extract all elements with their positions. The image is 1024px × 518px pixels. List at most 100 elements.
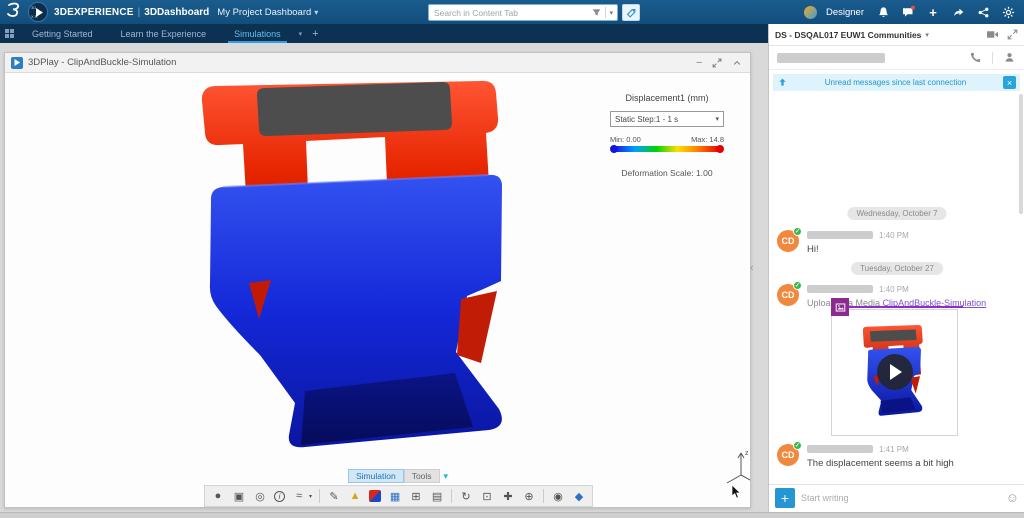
play-button-icon[interactable] [877, 354, 913, 390]
expand-icon[interactable] [712, 58, 722, 68]
chevron-down-icon[interactable]: ▾ [314, 8, 318, 17]
plots-chevron-icon[interactable]: ▾ [309, 493, 312, 500]
annotations-icon[interactable]: ✎ [327, 489, 341, 503]
expand-panel-icon[interactable] [1007, 29, 1018, 40]
toolbar-separator [451, 489, 452, 503]
widget-header: 3DPlay - ClipAndBuckle-Simulation – [5, 53, 750, 73]
reset-view-icon[interactable]: ↻ [459, 489, 473, 503]
step-select[interactable]: Static Step:1 - 1 s ▾ [610, 111, 724, 127]
user-avatar[interactable] [804, 6, 817, 19]
message-time: 1:40 PM [879, 231, 909, 240]
tag-icon[interactable] [622, 4, 640, 21]
widget-window-controls: – [696, 57, 750, 68]
dashboard-name[interactable]: My Project Dashboard [217, 7, 311, 18]
add-tab-button[interactable]: + [306, 24, 324, 43]
deformation-scale-label: Deformation Scale: 1.00 [610, 168, 724, 178]
chat-input-row: + ☺ [769, 484, 1024, 510]
tab-simulations[interactable]: Simulations [220, 24, 295, 43]
color-scale-bar[interactable] [614, 146, 720, 152]
sensors-icon[interactable]: i [274, 491, 285, 502]
zoom-icon[interactable]: ⊕ [522, 489, 536, 503]
compass-play-icon[interactable]: 3D X.R [28, 2, 48, 22]
search-divider [605, 7, 606, 18]
redacted-name [807, 231, 873, 239]
collapse-chevron-icon[interactable] [732, 58, 742, 68]
avatar[interactable]: CD ✓ [777, 284, 799, 306]
3ds-logo-icon[interactable] [4, 1, 24, 24]
network-share-icon[interactable] [975, 4, 991, 20]
search-input[interactable] [429, 8, 591, 18]
tab-simulation[interactable]: Simulation [348, 469, 404, 483]
tab-getting-started[interactable]: Getting Started [18, 24, 107, 43]
toolbar-collapse-chevron-icon[interactable]: ▾ [444, 471, 449, 482]
brand-title: 3DEXPERIENCE [54, 7, 134, 18]
results-table-icon[interactable]: ▦ [388, 489, 402, 503]
video-call-icon[interactable] [986, 29, 999, 40]
hide-show-icon[interactable]: ◉ [551, 489, 565, 503]
phone-call-icon[interactable] [969, 51, 982, 64]
minimize-icon[interactable]: – [696, 57, 702, 68]
3d-viewport[interactable]: Displacement1 (mm) Static Step:1 - 1 s ▾… [5, 73, 750, 507]
search-chevron-icon[interactable]: ▾ [609, 9, 617, 17]
chevron-down-icon[interactable]: ▾ [925, 31, 929, 39]
role-label[interactable]: Designer [826, 7, 864, 18]
date-divider: Tuesday, October 27 [851, 262, 943, 275]
message-time: 1:41 PM [879, 445, 909, 454]
min-endpoint-dot[interactable] [610, 145, 618, 153]
chat-scrollbar[interactable] [1019, 94, 1023, 214]
ground-reflection-icon[interactable]: ◎ [253, 489, 267, 503]
add-person-icon[interactable] [1003, 51, 1016, 64]
render-styles-icon[interactable]: ▣ [232, 489, 246, 503]
pan-icon[interactable]: ✚ [501, 489, 515, 503]
filter-funnel-icon[interactable] [591, 7, 602, 18]
tools-gear-icon[interactable] [1000, 4, 1016, 20]
message-input[interactable] [801, 493, 1000, 503]
max-endpoint-dot[interactable] [716, 145, 724, 153]
panel-collapse-chevron-icon[interactable]: ‹ [750, 262, 754, 274]
media-highlight-rule [831, 306, 963, 308]
chat-contact-row [769, 46, 1024, 70]
attach-plus-button[interactable]: + [775, 488, 795, 508]
dashboard-tab-bar: Getting Started Learn the Experience Sim… [0, 24, 768, 43]
tab-tools[interactable]: Tools [404, 469, 440, 483]
bell-icon[interactable] [875, 4, 891, 20]
message-text: Hi! [807, 244, 1019, 255]
redacted-name [807, 445, 873, 453]
messages-icon[interactable] [900, 4, 916, 20]
contour-plot-icon[interactable] [369, 490, 381, 502]
legend-min-label: Min: 0.00 [610, 135, 641, 144]
message-text: The displacement seems a bit high [807, 458, 1019, 469]
chat-messages[interactable]: Wednesday, October 7 CD ✓ 1:40 PM Hi! Tu… [769, 92, 1024, 486]
results-legend: Displacement1 (mm) Static Step:1 - 1 s ▾… [610, 93, 724, 178]
close-banner-icon[interactable]: × [1003, 76, 1016, 89]
date-divider: Wednesday, October 7 [847, 207, 946, 220]
arrow-up-icon[interactable] [777, 77, 788, 88]
avatar[interactable]: CD ✓ [777, 230, 799, 252]
emoji-smiley-icon[interactable]: ☺ [1006, 490, 1019, 505]
report-icon[interactable]: ▤ [430, 489, 444, 503]
add-icon[interactable]: + [925, 4, 941, 20]
tab-overflow-icon[interactable] [0, 24, 18, 43]
iso-view-icon[interactable]: ◆ [572, 489, 586, 503]
tab-learn-the-experience[interactable]: Learn the Experience [107, 24, 221, 43]
probe-icon[interactable]: ⊞ [409, 489, 423, 503]
section-cut-icon[interactable]: ▲ [348, 489, 362, 503]
tab-chevron-icon[interactable]: ▾ [295, 24, 307, 43]
shaded-render-icon[interactable]: ● [211, 489, 225, 503]
avatar[interactable]: CD ✓ [777, 444, 799, 466]
media-type-icon [831, 298, 849, 316]
brand-divider: | [138, 7, 141, 18]
chat-header-title[interactable]: DS - DSQAL017 EUW1 Communities [775, 30, 921, 40]
legend-title: Displacement1 (mm) [610, 93, 724, 103]
chat-header: DS - DSQAL017 EUW1 Communities ▾ [769, 24, 1024, 46]
message-time: 1:40 PM [879, 285, 909, 294]
step-select-value: Static Step:1 - 1 s [615, 115, 678, 124]
unread-banner: Unread messages since last connection × [773, 74, 1020, 91]
mouse-cursor-icon [731, 485, 742, 504]
icon-divider [992, 52, 993, 64]
fit-all-icon[interactable]: ⊡ [480, 489, 494, 503]
share-icon[interactable] [950, 4, 966, 20]
plots-icon[interactable]: ≈ [292, 489, 306, 503]
viewport-toolbar: ● ▣ ◎ i ≈ ▾ ✎ ▲ ▦ ⊞ ▤ ↻ ⊡ ✚ ⊕ ◉ ◆ [204, 485, 593, 507]
avatar-initials: CD [782, 290, 795, 300]
